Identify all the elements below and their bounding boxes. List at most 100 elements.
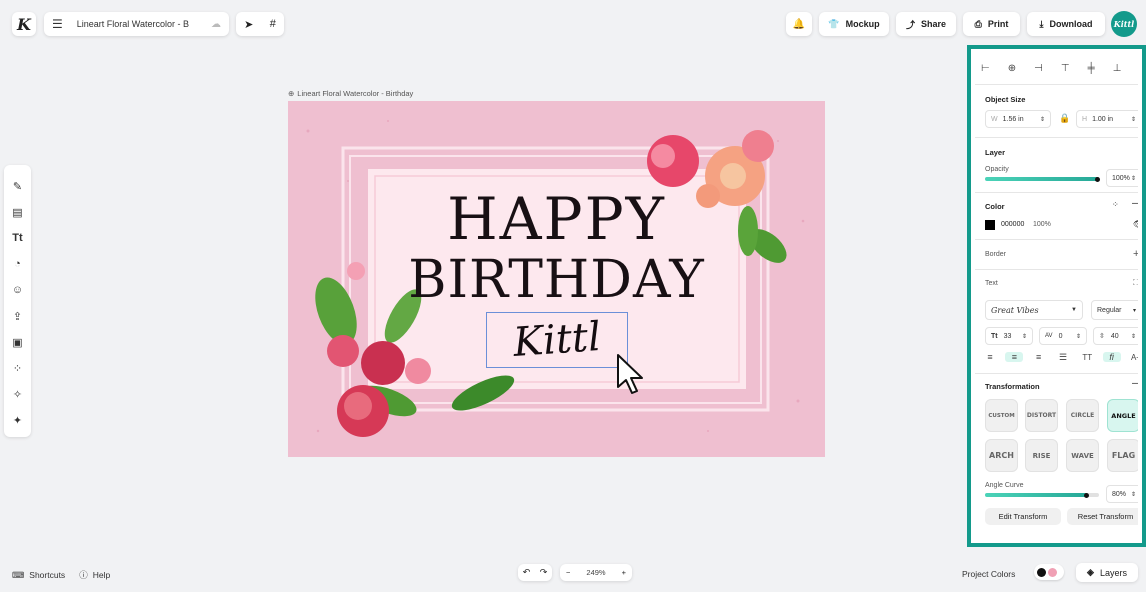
project-colors-toggle[interactable] <box>1034 564 1064 580</box>
stepper-icon[interactable]: ⇕ <box>1040 116 1045 123</box>
align-right-icon[interactable]: ⊣ <box>1034 63 1043 74</box>
stepper-icon[interactable]: ⇕ <box>1131 116 1136 123</box>
elements-icon[interactable]: ☺ <box>8 277 28 303</box>
help-icon: ⓘ <box>79 570 88 580</box>
transform-distort[interactable]: DISTORT <box>1025 399 1058 432</box>
kittl-logo[interactable]: K <box>12 12 36 36</box>
collapse-color-icon[interactable]: — <box>1132 198 1138 209</box>
bottom-left-links: ⌨ Shortcuts ⓘ Help <box>12 569 110 581</box>
transform-angle[interactable]: ANGLE <box>1107 399 1138 432</box>
transform-rise[interactable]: RISE <box>1025 439 1058 472</box>
frame-tool-icon[interactable]: # <box>270 18 276 30</box>
ai-image-icon[interactable]: ✧ <box>8 381 28 407</box>
heading-happy[interactable]: HAPPY <box>288 187 825 251</box>
opacity-slider-thumb[interactable] <box>1095 176 1100 182</box>
stepper-icon[interactable]: ⇕ <box>1131 491 1136 498</box>
stepper-icon[interactable]: ⇕ <box>1131 175 1136 182</box>
opacity-field[interactable]: 100% ⇕ <box>1106 169 1138 187</box>
align-top-icon[interactable]: ⊤ <box>1061 63 1070 74</box>
align-text-left-icon[interactable]: ≡ <box>981 352 999 362</box>
layers-label: Layers <box>1099 567 1127 578</box>
transform-wave[interactable]: WAVE <box>1066 439 1099 472</box>
font-size-field[interactable]: Tt 33 ⇕ <box>985 327 1033 345</box>
uppercase-button[interactable]: TT <box>1078 353 1096 362</box>
align-text-right-icon[interactable]: ≡ <box>1030 352 1048 362</box>
line-height-icon: ⇳ <box>1099 333 1105 340</box>
shirt-icon: 👕 <box>828 18 840 29</box>
transform-flag[interactable]: FLAG <box>1107 439 1138 472</box>
script-text-kittl[interactable]: Kittl <box>485 308 628 372</box>
width-field[interactable]: W 1.56 in ⇕ <box>985 110 1051 128</box>
color-dot <box>1037 567 1046 577</box>
angle-curve-slider[interactable] <box>985 493 1087 497</box>
edit-transform-button[interactable]: Edit Transform <box>985 508 1061 525</box>
layers-button[interactable]: ◈ Layers <box>1076 563 1138 582</box>
undo-redo-bar: ↶ ↷ <box>518 564 552 581</box>
undo-icon[interactable]: ↶ <box>523 567 531 578</box>
zoom-out-icon[interactable]: − <box>566 568 570 577</box>
reset-transform-button[interactable]: Reset Transform <box>1067 508 1138 525</box>
ai-edit-icon[interactable]: ✦ <box>8 407 28 433</box>
heading-birthday[interactable]: BIRTHDAY <box>288 251 825 309</box>
shortcuts-link[interactable]: ⌨ Shortcuts <box>12 570 65 581</box>
redo-icon[interactable]: ↷ <box>540 567 548 578</box>
transform-circle[interactable]: CIRCLE <box>1066 399 1099 432</box>
upload-icon[interactable]: ⇪ <box>8 303 28 329</box>
document-title[interactable]: Lineart Floral Watercolor - B <box>77 19 197 29</box>
select-tool-icon[interactable]: ➤ <box>244 18 253 31</box>
angle-curve-slider-thumb[interactable] <box>1084 492 1089 498</box>
align-middle-icon[interactable]: ╪ <box>1088 63 1095 74</box>
left-sidebar: ✎ ▤ Tt ◔ ☺ ⇪ ▣ ⁘ ✧ ✦ <box>4 165 31 437</box>
artboard[interactable]: HAPPY BIRTHDAY Kittl <box>288 101 825 457</box>
transform-custom[interactable]: CUSTOM <box>985 399 1018 432</box>
edit-icon[interactable]: ✎ <box>8 173 28 199</box>
stepper-icon[interactable]: ⇕ <box>1131 333 1136 340</box>
download-button[interactable]: ⤓ Download <box>1027 12 1105 36</box>
templates-icon[interactable]: ▤ <box>8 199 28 225</box>
zoom-value[interactable]: 249% <box>586 568 605 577</box>
pattern-icon[interactable]: ⁘ <box>8 355 28 381</box>
height-field[interactable]: H 1.00 in ⇕ <box>1076 110 1138 128</box>
lock-icon[interactable]: 🔒 <box>1059 113 1070 124</box>
help-link[interactable]: ⓘ Help <box>79 569 110 581</box>
shortcuts-label: Shortcuts <box>29 570 66 580</box>
share-button[interactable]: ⤴ Share <box>896 12 956 36</box>
color-options-icon[interactable]: ⁘ <box>1112 200 1119 209</box>
zoom-in-icon[interactable]: + <box>622 568 626 577</box>
align-text-justify-icon[interactable]: ☰ <box>1054 352 1072 363</box>
align-left-icon[interactable]: ⊢ <box>981 63 990 74</box>
text-effects-icon[interactable]: A+ <box>1127 353 1138 362</box>
line-height-field[interactable]: ⇳ 40 ⇕ <box>1093 327 1138 345</box>
font-weight-select[interactable]: Regular ▾ <box>1091 300 1138 320</box>
font-family-select[interactable]: Great Vibes ▼ <box>985 300 1083 320</box>
color-swatch[interactable] <box>985 220 995 230</box>
shapes-icon[interactable]: ◔ <box>8 251 28 277</box>
stepper-icon[interactable]: ⇕ <box>1022 333 1027 340</box>
opacity-label: Opacity <box>985 166 1009 173</box>
divider <box>975 239 1138 240</box>
photos-icon[interactable]: ▣ <box>8 329 28 355</box>
visibility-eye-icon[interactable]: 👁 <box>1133 219 1138 230</box>
avatar[interactable]: Kittl <box>1111 11 1137 37</box>
ligature-icon[interactable]: ﬁ <box>1102 352 1121 362</box>
align-center-h-icon[interactable]: ⊕ <box>1008 63 1016 74</box>
color-alpha[interactable]: 100% <box>1033 221 1051 228</box>
opacity-slider[interactable] <box>985 177 1099 181</box>
selected-text-box[interactable]: Kittl <box>486 312 628 368</box>
text-expand-icon[interactable]: ⛶ <box>1133 278 1138 288</box>
align-bottom-icon[interactable]: ⊥ <box>1113 63 1122 74</box>
color-hex[interactable]: 000000 <box>1001 221 1024 228</box>
menu-icon[interactable]: ☰ <box>52 17 63 31</box>
letter-spacing-field[interactable]: AV 0 ⇕ <box>1039 327 1087 345</box>
transform-arch[interactable]: ARCH <box>985 439 1018 472</box>
print-button[interactable]: ⎙ Print <box>963 12 1020 36</box>
collapse-transformation-icon[interactable]: — <box>1132 378 1138 389</box>
mockup-button[interactable]: 👕 Mockup <box>819 12 889 36</box>
notification-button[interactable]: 🔔 <box>786 12 812 36</box>
align-text-center-icon[interactable]: ≡ <box>1005 352 1024 362</box>
stepper-icon[interactable]: ⇕ <box>1076 333 1081 340</box>
height-value: 1.00 in <box>1092 115 1114 123</box>
add-border-icon[interactable]: + <box>1133 248 1138 260</box>
angle-curve-field[interactable]: 80% ⇕ <box>1106 485 1138 503</box>
text-icon[interactable]: Tt <box>8 225 28 251</box>
